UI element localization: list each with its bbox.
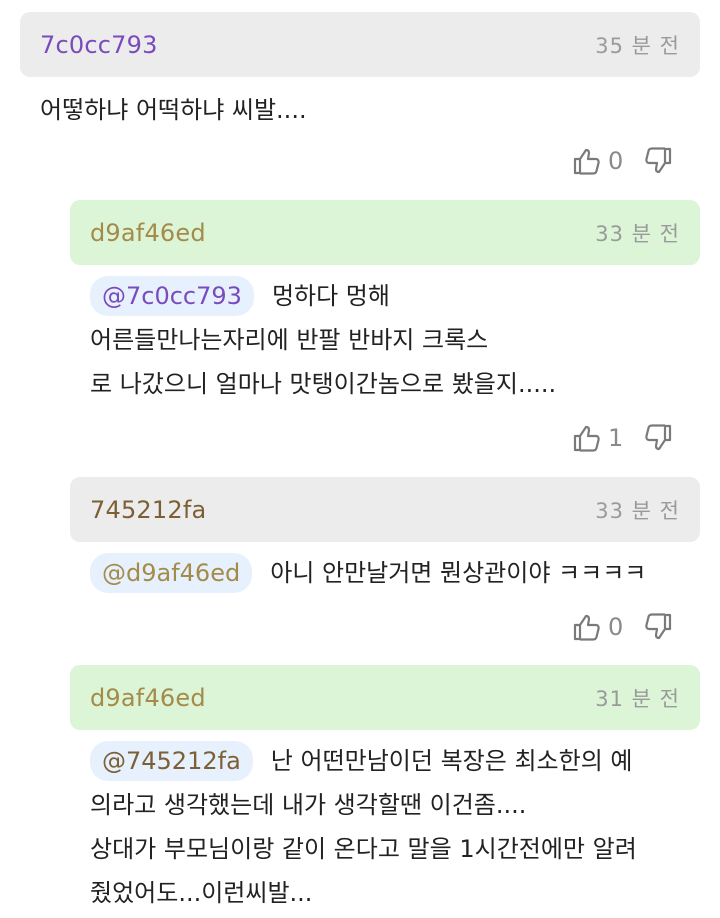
comment-author[interactable]: 7c0cc793 (40, 31, 158, 59)
mention-label[interactable]: @d9af46ed (102, 559, 240, 587)
thumbs-down-icon[interactable] (643, 423, 673, 453)
thumbs-down-icon[interactable] (643, 146, 673, 176)
comment-header: 7c0cc793 35 분 전 (20, 12, 700, 77)
comment-text: @7c0cc793 멍하다 멍해 어른들만나는자리에 반팔 반바지 크록스 로 나… (90, 274, 556, 406)
thumbs-up-icon[interactable] (572, 612, 602, 642)
thumbs-up-icon[interactable] (572, 146, 602, 176)
like-count: 0 (608, 613, 624, 641)
comment-header: 745212fa 33 분 전 (70, 477, 700, 542)
mention-tag[interactable]: @745212fa (90, 741, 253, 781)
comment-actions: 0 (572, 612, 673, 642)
comment-time: 35 분 전 (595, 33, 680, 58)
comment-line: 어른들만나는자리에 반팔 반바지 크록스 (90, 326, 489, 354)
comment-author[interactable]: d9af46ed (90, 684, 206, 712)
mention-label[interactable]: @745212fa (102, 747, 241, 775)
comment-line: 난 어떤만남이던 복장은 최소한의 예 (270, 747, 633, 775)
comment-author[interactable]: d9af46ed (90, 219, 206, 247)
comment-header: d9af46ed 31 분 전 (70, 665, 700, 730)
comment-text: @d9af46ed 아니 안만날거면 뭔상관이야 ㅋㅋㅋㅋ (90, 551, 646, 595)
like-count: 0 (608, 147, 624, 175)
comment-text: 어떻하냐 어떡하냐 씨발.... (40, 88, 307, 132)
comment-line: 의라고 생각했는데 내가 생각할땐 이건좀.... (90, 791, 527, 819)
thumbs-down-icon[interactable] (643, 612, 673, 642)
comment-actions: 1 (572, 423, 673, 453)
mention-tag[interactable]: @7c0cc793 (90, 276, 254, 316)
comment-line: 어떻하냐 어떡하냐 씨발.... (40, 96, 307, 124)
comment-time: 33 분 전 (595, 221, 680, 246)
mention-tag[interactable]: @d9af46ed (90, 553, 253, 593)
comment-line: 아니 안만날거면 뭔상관이야 ㅋㅋㅋㅋ (270, 559, 647, 587)
comment-header: d9af46ed 33 분 전 (70, 200, 700, 265)
like-count: 1 (608, 424, 624, 452)
comment-line: 줬었어도...이런씨발... (90, 879, 313, 907)
comment-text: @745212fa 난 어떤만남이던 복장은 최소한의 예 의라고 생각했는데 내… (90, 739, 637, 915)
comment-author[interactable]: 745212fa (90, 496, 206, 524)
thumbs-up-icon[interactable] (572, 423, 602, 453)
comment-line: 로 나갔으니 얼마나 맛탱이간놈으로 봤을지..... (90, 370, 557, 398)
comment-time: 33 분 전 (595, 498, 680, 523)
comment-time: 31 분 전 (595, 686, 680, 711)
comment-actions: 0 (572, 146, 673, 176)
comment-line: 멍하다 멍해 (271, 282, 390, 310)
comment-line: 상대가 부모님이랑 같이 온다고 말을 1시간전에만 알려 (90, 835, 637, 863)
mention-label[interactable]: @7c0cc793 (102, 282, 242, 310)
